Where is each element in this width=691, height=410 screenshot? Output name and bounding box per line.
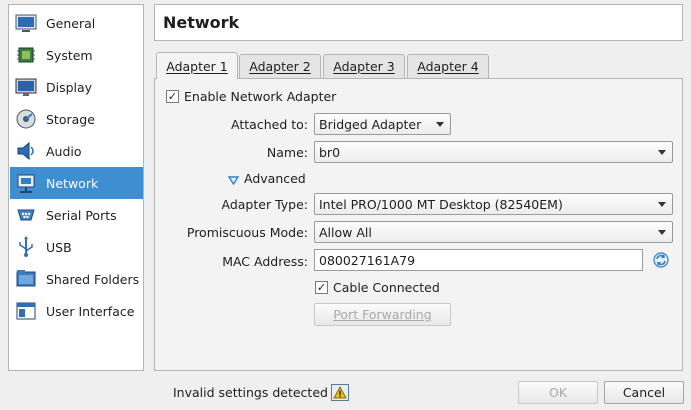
sidebar-item-display[interactable]: Display <box>10 71 143 103</box>
serial-ports-icon <box>14 203 38 227</box>
tab-label: Adapter 3 <box>333 59 395 74</box>
sidebar-item-label: System <box>46 47 93 63</box>
sidebar-item-label: Audio <box>46 143 82 159</box>
enable-adapter-label: Enable Network Adapter <box>184 89 337 104</box>
promiscuous-mode-value: Allow All <box>319 224 372 240</box>
usb-icon <box>14 235 38 259</box>
user-interface-icon <box>14 299 38 323</box>
sidebar-item-usb[interactable]: USB <box>10 231 143 263</box>
adapter-type-select[interactable]: Intel PRO/1000 MT Desktop (82540EM) <box>314 193 673 215</box>
display-icon <box>14 75 38 99</box>
sidebar-item-network[interactable]: Network <box>10 167 143 199</box>
tab-adapter-4[interactable]: Adapter 4 <box>407 54 489 78</box>
status-text: Invalid settings detected <box>173 385 328 400</box>
tab-adapter-1[interactable]: Adapter 1 <box>156 52 238 79</box>
sidebar-item-audio[interactable]: Audio <box>10 135 143 167</box>
sidebar-item-serial-ports[interactable]: Serial Ports <box>10 199 143 231</box>
sidebar-item-label: User Interface <box>46 303 135 319</box>
name-value: br0 <box>319 144 341 160</box>
sidebar-item-system[interactable]: System <box>10 39 143 71</box>
sidebar-item-label: USB <box>46 239 72 255</box>
audio-icon <box>14 139 38 163</box>
tab-adapter-2[interactable]: Adapter 2 <box>239 54 321 78</box>
tab-label: Adapter 4 <box>417 59 479 74</box>
advanced-toggle[interactable]: Advanced <box>244 171 306 186</box>
port-forwarding-label: Port Forwarding <box>333 307 432 322</box>
sidebar-item-label: Shared Folders <box>46 271 140 287</box>
ok-label: OK <box>548 385 568 400</box>
system-icon <box>14 43 38 67</box>
tab-label: Adapter 2 <box>249 59 311 74</box>
expand-triangle-icon[interactable] <box>227 173 240 188</box>
ok-button[interactable]: OK <box>518 381 598 404</box>
chevron-down-icon <box>658 202 666 207</box>
cancel-label: Cancel <box>622 385 666 400</box>
adapter-type-value: Intel PRO/1000 MT Desktop (82540EM) <box>319 196 563 212</box>
warning-icon[interactable] <box>331 384 349 404</box>
attached-to-select[interactable]: Bridged Adapter <box>314 113 451 135</box>
general-icon <box>14 11 38 35</box>
promiscuous-mode-label: Promiscuous Mode: <box>186 225 308 240</box>
cable-connected-label: Cable Connected <box>333 280 440 295</box>
sidebar-item-user-interface[interactable]: User Interface <box>10 295 143 327</box>
attached-to-label: Attached to: <box>231 117 308 132</box>
tab-adapter-3[interactable]: Adapter 3 <box>323 54 405 78</box>
chevron-down-icon <box>436 122 444 127</box>
settings-sidebar: General System Display Storage Audio Net… <box>8 4 144 371</box>
mac-address-field[interactable]: 080027161A79 <box>314 249 643 271</box>
sidebar-item-label: Storage <box>46 111 95 127</box>
cable-connected-checkbox[interactable]: ✓ <box>315 281 328 294</box>
port-forwarding-button[interactable]: Port Forwarding <box>314 303 451 326</box>
network-icon <box>14 171 38 195</box>
promiscuous-mode-select[interactable]: Allow All <box>314 221 673 243</box>
sidebar-item-label: General <box>46 15 96 31</box>
attached-to-value: Bridged Adapter <box>319 116 422 132</box>
sidebar-item-shared-folders[interactable]: Shared Folders <box>10 263 143 295</box>
page-header: Network <box>154 4 683 41</box>
sidebar-item-label: Network <box>46 175 99 191</box>
chevron-down-icon <box>658 230 666 235</box>
storage-icon <box>14 107 38 131</box>
adapter-type-label: Adapter Type: <box>221 197 309 212</box>
sidebar-item-label: Serial Ports <box>46 207 117 223</box>
sidebar-item-storage[interactable]: Storage <box>10 103 143 135</box>
cancel-button[interactable]: Cancel <box>604 381 684 404</box>
sidebar-item-label: Display <box>46 79 93 95</box>
name-label: Name: <box>266 145 308 160</box>
chevron-down-icon <box>658 150 666 155</box>
page-title: Network <box>163 13 240 32</box>
enable-adapter-checkbox[interactable]: ✓ <box>166 90 179 103</box>
refresh-icon[interactable] <box>652 251 670 272</box>
name-select[interactable]: br0 <box>314 141 673 163</box>
sidebar-item-general[interactable]: General <box>10 7 143 39</box>
shared-folders-icon <box>14 267 38 291</box>
mac-address-value: 080027161A79 <box>319 252 416 268</box>
tab-label: Adapter 1 <box>166 58 228 74</box>
mac-address-label: MAC Address: <box>222 254 308 269</box>
